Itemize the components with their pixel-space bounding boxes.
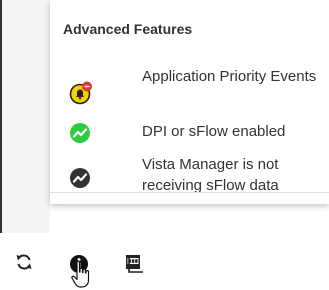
popover-title: Advanced Features bbox=[63, 21, 193, 37]
bottom-toolbar bbox=[0, 233, 329, 290]
trend-inactive-icon bbox=[69, 167, 91, 189]
legend-item-application-priority-events: Application Priority Events bbox=[50, 64, 329, 112]
legend-item-dpi-sflow-enabled: DPI or sFlow enabled bbox=[50, 120, 329, 144]
refresh-icon[interactable] bbox=[14, 252, 34, 272]
trend-active-icon bbox=[69, 122, 91, 144]
info-icon[interactable] bbox=[69, 254, 89, 274]
legend-label: Application Priority Events bbox=[142, 68, 317, 85]
pdf-export-icon[interactable] bbox=[125, 254, 145, 274]
advanced-features-popover: Advanced Features Application Priority E… bbox=[50, 0, 329, 204]
legend-label: Vista Manager is not receiving sFlow dat… bbox=[142, 156, 279, 194]
legend-item-sflow-not-receiving: Vista Manager is not receiving sFlow dat… bbox=[50, 153, 329, 197]
popover-divider bbox=[50, 192, 329, 193]
legend-label: DPI or sFlow enabled bbox=[142, 123, 286, 140]
application-window: Advanced Features Application Priority E… bbox=[0, 0, 329, 290]
side-panel bbox=[2, 0, 50, 233]
alert-bell-icon bbox=[69, 81, 92, 105]
